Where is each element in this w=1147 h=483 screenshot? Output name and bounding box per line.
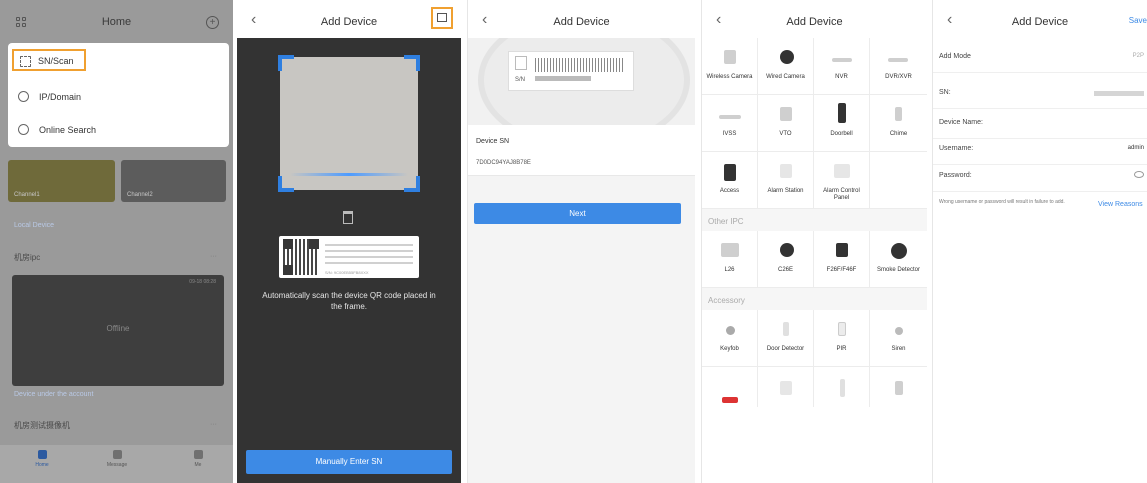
device-type-wireless-camera[interactable]: Wireless Camera: [702, 38, 758, 95]
device-type-l26[interactable]: L26: [702, 231, 758, 288]
eye-icon[interactable]: [1134, 171, 1144, 178]
menu-item-online-search[interactable]: Online Search: [8, 115, 229, 145]
manually-enter-sn-button[interactable]: Manually Enter SN: [246, 450, 452, 474]
device-type-chime[interactable]: Chime: [870, 95, 927, 152]
next-button[interactable]: Next: [474, 203, 681, 224]
add-device-menu: SN/Scan IP/Domain Online Search: [8, 43, 229, 147]
section-other-ipc: Other IPC: [702, 209, 927, 231]
camera-thumbnails: Channel1 Channel2: [8, 160, 233, 202]
ip-icon: [18, 91, 29, 102]
device-label-illustration: S/N: [468, 38, 695, 125]
device-sn-label: Device SN: [476, 138, 510, 145]
add-mode-row: Add Mode P2P: [933, 41, 1147, 73]
page-title: Add Device: [320, 16, 378, 28]
timestamp: 09-18 08:28: [189, 279, 216, 285]
camera-thumbnail[interactable]: Channel1: [8, 160, 115, 202]
qr-code-icon: [283, 239, 319, 275]
sn-value-redacted: [1094, 91, 1144, 96]
group-title: 机房ipc: [14, 253, 41, 262]
image-icon[interactable]: [431, 7, 453, 29]
device-type-alarm-station[interactable]: Alarm Station: [758, 152, 814, 209]
scan-line: [290, 173, 408, 176]
device-type-pir[interactable]: PIR: [814, 310, 870, 367]
device-type-ivss[interactable]: IVSS: [702, 95, 758, 152]
message-icon: [112, 450, 122, 459]
device-type-dvr-xvr[interactable]: DVR/XVR: [870, 38, 927, 95]
page-title: Add Device: [553, 16, 610, 28]
local-device-heading: Local Device: [14, 222, 55, 229]
home-header: Home +: [0, 0, 233, 38]
device-type-door-detector[interactable]: Door Detector: [758, 310, 814, 367]
add-icon[interactable]: +: [206, 16, 219, 29]
device-type-c26e[interactable]: C26E: [758, 231, 814, 288]
nav-me[interactable]: Me: [173, 450, 223, 468]
device-type-smoke-detector[interactable]: Smoke Detector: [870, 231, 927, 288]
view-reasons-link[interactable]: View Reasons: [1098, 201, 1143, 208]
sn-entry-screen: ‹ Add Device S/N Device SN 7D0DC94YAJ8B7…: [467, 0, 695, 483]
save-button[interactable]: Save: [1129, 16, 1147, 25]
device-type-f26f-f46f[interactable]: F26F/F46F: [814, 231, 870, 288]
scan-hint: Automatically scan the device QR code pl…: [262, 291, 436, 311]
device-type-wired-camera[interactable]: Wired Camera: [758, 38, 814, 95]
nav-home[interactable]: Home: [17, 450, 67, 468]
more-icon[interactable]: ···: [210, 421, 217, 428]
device-type-partial[interactable]: [814, 367, 870, 407]
section-accessory: Accessory: [702, 288, 927, 310]
warning-text: Wrong username or password will result i…: [939, 199, 1065, 205]
menu-item-sn-scan[interactable]: SN/Scan: [12, 49, 86, 71]
device-type-partial[interactable]: [702, 367, 758, 407]
device-type-alarm-control-panel[interactable]: Alarm Control Panel: [814, 152, 870, 209]
device-info-screen: ‹ Add Device Save Add Mode P2P SN: Devic…: [932, 0, 1147, 483]
device-type-nvr[interactable]: NVR: [814, 38, 870, 95]
offline-camera-card[interactable]: 09-18 08:28 Offline: [12, 275, 224, 386]
home-icon: [37, 450, 47, 459]
device-sn-input[interactable]: 7D0DC94YAJ8B78E: [476, 160, 531, 166]
scan-screen: ‹ Add Device S/N: 9C00EB55FB8XXX Automat…: [237, 0, 461, 483]
barcode-icon: [535, 58, 625, 72]
device-type-keyfob[interactable]: Keyfob: [702, 310, 758, 367]
flashlight-icon[interactable]: [343, 211, 353, 224]
offline-label: Offline: [106, 324, 130, 333]
device-type-doorbell[interactable]: Doorbell: [814, 95, 870, 152]
qr-code-icon: [515, 56, 527, 70]
bottom-nav: Home Message Me: [0, 445, 233, 483]
group-title: 机房测试摄像机: [14, 421, 70, 430]
nav-message[interactable]: Message: [92, 450, 142, 468]
device-type-siren[interactable]: Siren: [870, 310, 927, 367]
device-type-partial[interactable]: [870, 367, 927, 407]
password-field[interactable]: Password:: [933, 160, 1147, 192]
scan-icon: [20, 56, 31, 67]
globe-icon: [18, 124, 29, 135]
device-type-screen: ‹ Add Device Wireless Camera Wired Camer…: [701, 0, 927, 483]
sn-row: SN:: [933, 77, 1147, 109]
device-type-header: ‹ Add Device: [702, 0, 927, 38]
scan-frame: [278, 55, 420, 192]
more-icon[interactable]: ···: [210, 253, 217, 260]
page-title: Add Device: [786, 16, 843, 28]
empty-cell: [870, 152, 927, 209]
sn-header: ‹ Add Device: [468, 0, 695, 38]
page-title: Add Device: [1011, 16, 1069, 28]
home-title: Home: [101, 16, 132, 28]
device-type-access[interactable]: Access: [702, 152, 758, 209]
qr-sample-label: S/N: 9C00EB55FB8XXX: [279, 236, 419, 278]
menu-item-ip-domain[interactable]: IP/Domain: [8, 82, 229, 112]
scan-header: ‹ Add Device: [237, 0, 461, 38]
person-icon: [193, 450, 203, 459]
account-device-heading: Device under the account: [14, 391, 94, 398]
camera-thumbnail[interactable]: Channel2: [121, 160, 226, 202]
device-type-partial[interactable]: [758, 367, 814, 407]
home-screen: Home + SN/Scan IP/Domain Online Search C…: [0, 0, 233, 483]
device-type-vto[interactable]: VTO: [758, 95, 814, 152]
device-info-header: ‹ Add Device Save: [933, 0, 1147, 38]
